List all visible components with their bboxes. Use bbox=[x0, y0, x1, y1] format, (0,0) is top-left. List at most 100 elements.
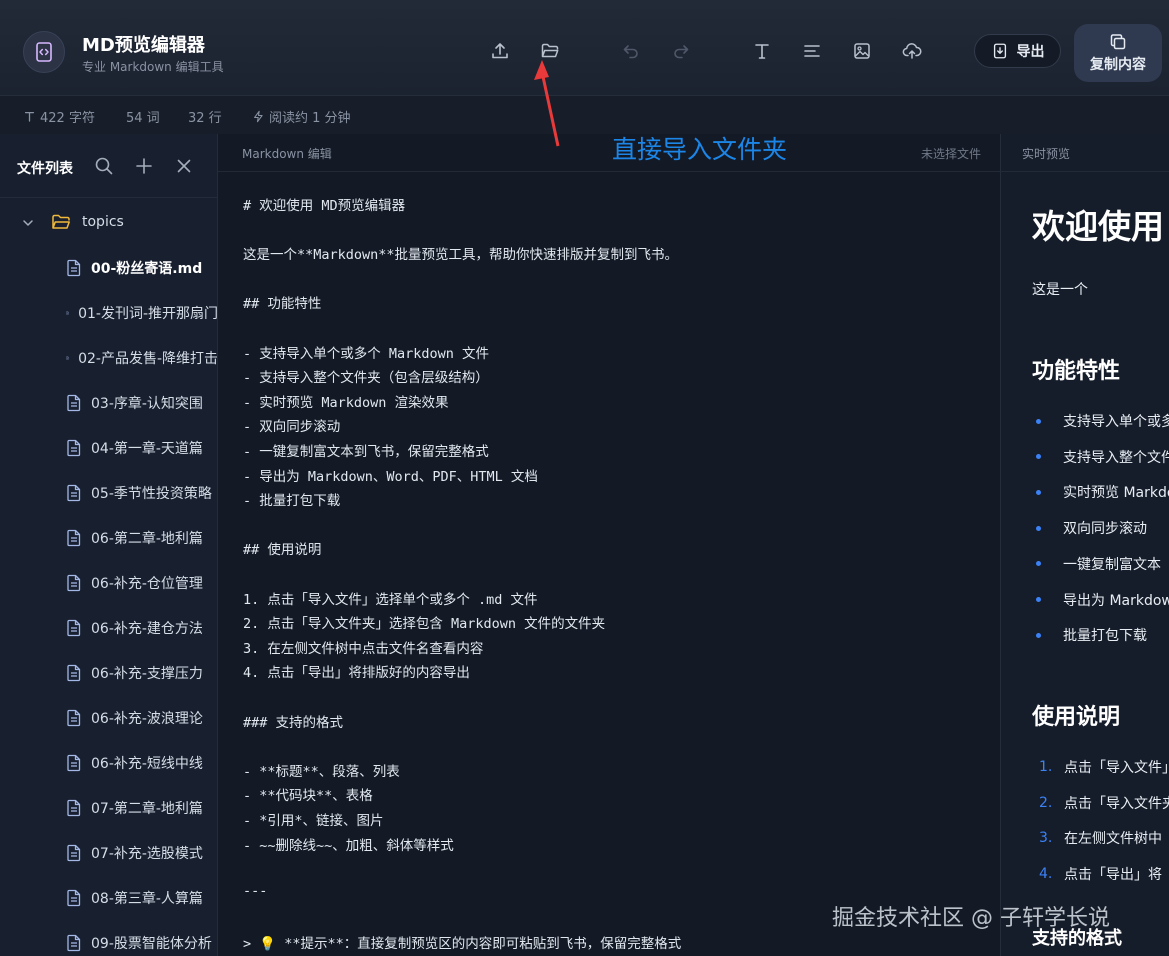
preview-list-text: 导出为 Markdown bbox=[1063, 592, 1169, 609]
preview-list-item: 支持导入单个或多个 bbox=[1032, 411, 1169, 431]
file-name: 00-粉丝寄语.md bbox=[91, 261, 203, 277]
sidebar-header: 文件列表 bbox=[0, 134, 217, 198]
file-item[interactable]: 08-第三章-人算篇 bbox=[66, 885, 217, 911]
export-button[interactable]: 导出 bbox=[974, 34, 1061, 68]
file-item[interactable]: 05-季节性投资策略 bbox=[66, 480, 217, 506]
editor-header: Markdown 编辑 未选择文件 bbox=[218, 134, 1001, 172]
file-item[interactable]: 09-股票智能体分析 bbox=[66, 930, 217, 956]
file-sidebar: 文件列表 topics 00-粉丝寄语.md 01-发刊词-推开那扇门 02-产品发… bbox=[0, 134, 218, 956]
download-file-icon bbox=[993, 43, 1006, 59]
image-button[interactable] bbox=[851, 40, 873, 62]
upload-icon bbox=[492, 43, 508, 59]
cloud-upload-button[interactable] bbox=[901, 40, 923, 62]
file-item[interactable]: 06-补充-仓位管理 bbox=[66, 570, 217, 596]
text-icon bbox=[755, 44, 769, 59]
text-icon bbox=[24, 111, 35, 122]
app-subtitle: 专业 Markdown 编辑工具 bbox=[82, 60, 224, 74]
file-item[interactable]: 07-补充-选股模式 bbox=[66, 840, 217, 866]
file-name: 09-股票智能体分析 bbox=[91, 936, 212, 952]
file-text-icon bbox=[67, 619, 81, 637]
preview-intro: 这是一个 bbox=[1032, 282, 1088, 298]
bullet-icon bbox=[1036, 561, 1041, 567]
char-count: 422 字符 bbox=[23, 107, 95, 126]
editor-line: 3. 在左侧文件树中点击文件名查看内容 bbox=[243, 640, 484, 657]
editor-line: - 支持导入整个文件夹（包含层级结构） bbox=[243, 370, 489, 387]
file-text-icon bbox=[67, 844, 81, 862]
preview-list-item: 一键复制富文本 bbox=[1032, 554, 1161, 574]
search-icon bbox=[95, 157, 113, 175]
editor-line: ## 功能特性 bbox=[243, 296, 322, 313]
editor-line: - 双向同步滚动 bbox=[243, 419, 341, 436]
file-item[interactable]: 06-补充-支撑压力 bbox=[66, 660, 217, 686]
folder-topics[interactable]: topics bbox=[0, 210, 217, 236]
preview-list-text: 实时预览 Markdown bbox=[1063, 485, 1169, 502]
file-item[interactable]: 02-产品发售-降维打击 bbox=[66, 345, 217, 371]
editor-line: - 实时预览 Markdown 渲染效果 bbox=[243, 394, 449, 411]
file-name: 06-第二章-地利篇 bbox=[91, 531, 203, 547]
file-name: 06-补充-建仓方法 bbox=[91, 621, 203, 637]
preview-list-text: 一键复制富文本 bbox=[1063, 556, 1161, 573]
file-item[interactable]: 06-补充-波浪理论 bbox=[66, 705, 217, 731]
preview-header: 实时预览 bbox=[1001, 134, 1169, 172]
editor-line: 1. 点击「导入文件」选择单个或多个 .md 文件 bbox=[243, 591, 538, 608]
app-window: MD预览编辑器 专业 Markdown 编辑工具 导出 复制内容 422 字符 … bbox=[0, 0, 1169, 956]
editor-file-status: 未选择文件 bbox=[920, 147, 981, 161]
file-name: 08-第三章-人算篇 bbox=[91, 891, 203, 907]
search-button[interactable] bbox=[94, 156, 114, 176]
bullet-icon bbox=[1036, 418, 1041, 424]
file-item[interactable]: 04-第一章-天道篇 bbox=[66, 435, 217, 461]
list-number: 1. bbox=[1039, 759, 1053, 775]
file-name: 01-发刊词-推开那扇门 bbox=[78, 306, 218, 322]
preview-list-text: 点击「导入文件夹」 bbox=[1064, 795, 1169, 812]
file-item[interactable]: 06-补充-短线中线 bbox=[66, 750, 217, 776]
file-item[interactable]: 06-补充-建仓方法 bbox=[66, 615, 217, 641]
editor-line: - *引用*、链接、图片 bbox=[243, 813, 384, 829]
file-name: 05-季节性投资策略 bbox=[91, 486, 212, 502]
editor-line: 4. 点击「导出」将排版好的内容导出 bbox=[243, 665, 470, 682]
copy-icon bbox=[1110, 34, 1126, 50]
bullet-icon bbox=[1036, 454, 1041, 460]
import-file-button[interactable] bbox=[489, 40, 511, 62]
editor-line: - **标题**、段落、列表 bbox=[243, 763, 400, 780]
preview-label: 实时预览 bbox=[1022, 147, 1071, 161]
editor-line: - 批量打包下载 bbox=[243, 493, 341, 510]
list-number: 2. bbox=[1039, 794, 1053, 811]
file-item[interactable]: 07-第二章-地利篇 bbox=[66, 795, 217, 821]
list-number: 4. bbox=[1039, 865, 1053, 882]
file-text-icon bbox=[67, 799, 81, 817]
file-item[interactable]: 06-第二章-地利篇 bbox=[66, 525, 217, 551]
undo-icon bbox=[623, 45, 638, 59]
list-number: 3. bbox=[1039, 830, 1053, 846]
annotation-arrow bbox=[534, 60, 560, 147]
plus-icon bbox=[136, 158, 152, 174]
heading-button[interactable] bbox=[751, 40, 773, 62]
file-item[interactable]: 03-序章-认知突围 bbox=[66, 390, 217, 416]
preview-ordered-item: 2. 点击「导入文件夹」 bbox=[1032, 793, 1169, 813]
file-name: 03-序章-认知突围 bbox=[91, 396, 203, 412]
close-sidebar-button[interactable] bbox=[174, 156, 194, 176]
editor-line: 2. 点击「导入文件夹」选择包含 Markdown 文件的文件夹 bbox=[243, 616, 606, 633]
file-text-icon bbox=[67, 709, 81, 727]
folder-icon bbox=[52, 214, 70, 229]
preview-list-text: 批量打包下载 bbox=[1063, 628, 1147, 645]
file-text-icon bbox=[67, 934, 81, 952]
redo-button[interactable] bbox=[670, 40, 692, 62]
preview-list-text: 点击「导入文件」 bbox=[1064, 760, 1169, 776]
file-name: 07-第二章-地利篇 bbox=[91, 801, 203, 817]
file-item[interactable]: 00-粉丝寄语.md bbox=[66, 255, 217, 281]
sidebar-title: 文件列表 bbox=[17, 161, 73, 177]
preview-list-text: 点击「导出」将 bbox=[1064, 866, 1162, 883]
file-text-icon bbox=[67, 754, 81, 772]
file-text-icon bbox=[67, 574, 81, 592]
copy-content-button[interactable]: 复制内容 bbox=[1074, 24, 1162, 82]
add-file-button[interactable] bbox=[134, 156, 154, 176]
file-item[interactable]: 01-发刊词-推开那扇门 bbox=[66, 300, 218, 326]
preview-ordered-item: 4. 点击「导出」将 bbox=[1032, 864, 1162, 884]
code-file-icon bbox=[36, 42, 52, 62]
header: MD预览编辑器 专业 Markdown 编辑工具 导出 复制内容 bbox=[0, 0, 1169, 96]
copy-label: 复制内容 bbox=[1090, 57, 1146, 73]
preview-list-item: 实时预览 Markdown bbox=[1032, 482, 1169, 502]
editor-label: Markdown 编辑 bbox=[242, 147, 332, 161]
list-button[interactable] bbox=[801, 40, 823, 62]
undo-button[interactable] bbox=[620, 40, 642, 62]
